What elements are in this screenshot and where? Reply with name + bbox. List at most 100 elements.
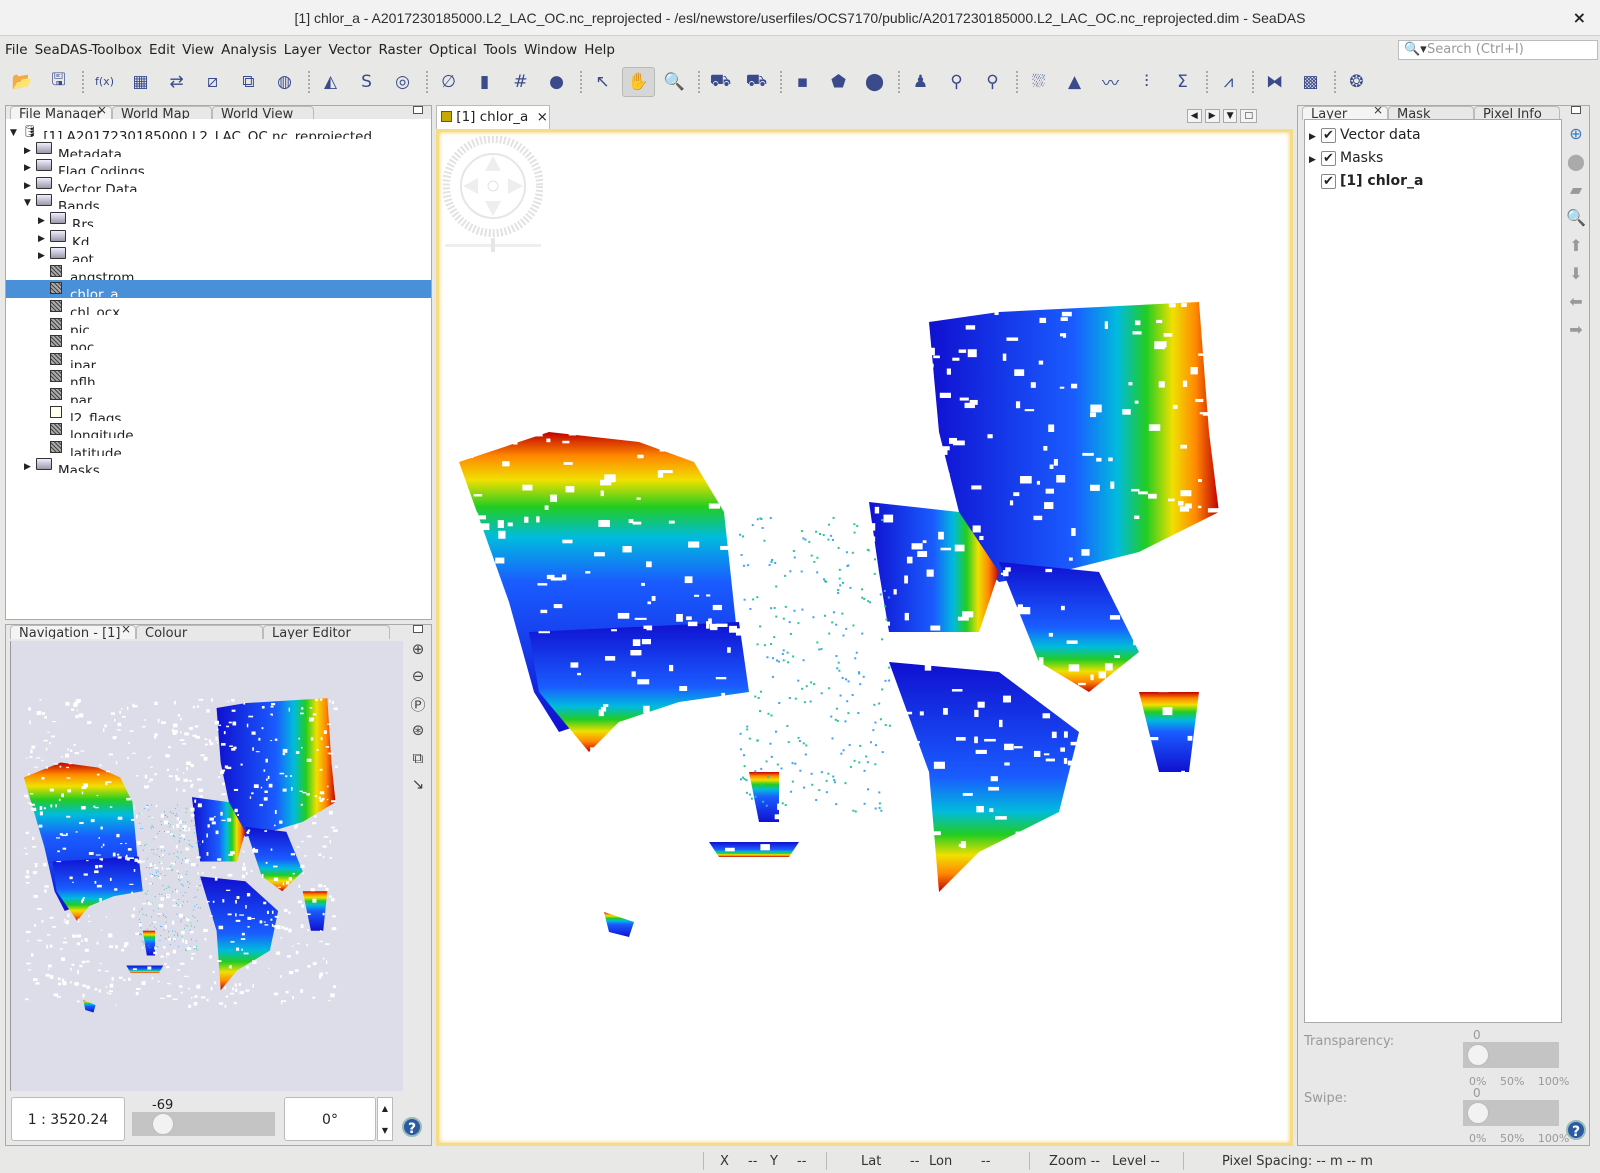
minimize-button[interactable] xyxy=(413,106,423,114)
tree-item-pic[interactable]: pic xyxy=(6,316,431,334)
layer-item[interactable]: ▶ ✔ Masks xyxy=(1309,147,1383,169)
tab-world-map[interactable]: World Map xyxy=(112,106,212,120)
menu-help[interactable]: Help xyxy=(584,39,615,61)
sync-views-icon[interactable]: ⧉ xyxy=(408,749,428,767)
tree-item-1-a2017230185000-l2-lac-oc-nc-reprojected[interactable]: ▼ 🛢 [1] A2017230185000.L2_LAC_OC.nc_reproj… xyxy=(6,122,431,140)
layer-visibility-checkbox[interactable]: ✔ xyxy=(1321,150,1336,166)
tab-navigation-1[interactable]: Navigation - [1] × xyxy=(10,625,136,639)
no-data-button[interactable]: ∅ xyxy=(432,67,465,97)
tab-close-icon[interactable]: × xyxy=(537,109,548,125)
move-up-icon[interactable]: ⬆ xyxy=(1566,236,1586,255)
tree-item-ipar[interactable]: ipar xyxy=(6,351,431,369)
help-icon[interactable]: ? xyxy=(1566,1120,1586,1140)
move-right-icon[interactable]: ➡ xyxy=(1566,320,1586,339)
tree-item-l2-flags[interactable]: l2_flags xyxy=(6,404,431,422)
zoom-all-icon[interactable]: ⊛ xyxy=(408,721,428,739)
tab-chlor-a[interactable]: [1] chlor_a × xyxy=(436,105,550,129)
zoom-to-layer-icon[interactable]: 🔍 xyxy=(1566,208,1586,227)
zoom-out-icon[interactable]: ⊖ xyxy=(408,667,428,685)
add-layer-icon[interactable]: ⊕ xyxy=(1566,124,1586,143)
save-product-button[interactable]: 🖫 xyxy=(42,67,75,97)
tree-item-kd[interactable]: ▶ Kd xyxy=(6,228,431,246)
tree-item-angstrom[interactable]: angstrom xyxy=(6,263,431,281)
mosaic-button[interactable]: ⧉ xyxy=(232,67,265,97)
swipe-slider-knob[interactable] xyxy=(1467,1102,1489,1124)
zoom-tool-button[interactable]: 🔍 xyxy=(658,67,691,97)
draw-rectangle-button[interactable]: ▪ xyxy=(786,67,819,97)
world-button[interactable]: ● xyxy=(540,67,573,97)
tab-layer-editor[interactable]: Layer Editor xyxy=(263,625,390,639)
scatter-plot-button[interactable]: ⛆ xyxy=(1022,67,1055,97)
tree-item-vector-data[interactable]: ▶ Vector Data xyxy=(6,175,431,193)
pin-tool-button[interactable]: ⚲ xyxy=(940,67,973,97)
collapsed-arrow-icon[interactable]: ▶ xyxy=(38,247,50,263)
tab-close-icon[interactable]: × xyxy=(97,107,107,116)
sync-cursor-icon[interactable]: ↘ xyxy=(408,775,428,793)
statistics-button[interactable]: Σ xyxy=(1166,67,1199,97)
image-canvas[interactable] xyxy=(436,129,1293,1146)
color-bar-button[interactable]: ▮ xyxy=(468,67,501,97)
tab-scroll-left-icon[interactable]: ◀ xyxy=(1186,109,1202,123)
tree-item-bands[interactable]: ▼ Bands xyxy=(6,192,431,210)
layer-properties-icon[interactable]: ▰ xyxy=(1566,180,1586,199)
maximize-icon[interactable]: □ xyxy=(1240,109,1257,123)
menu-analysis[interactable]: Analysis xyxy=(221,39,277,61)
menu-vector[interactable]: Vector xyxy=(328,39,371,61)
layer-visibility-checkbox[interactable]: ✔ xyxy=(1321,173,1336,189)
histogram-button[interactable]: ▲ xyxy=(1058,67,1091,97)
collapsed-arrow-icon[interactable]: ▶ xyxy=(1309,126,1321,146)
collapsed-arrow-icon[interactable]: ▶ xyxy=(24,177,36,193)
export-vector-button[interactable]: ⛟ xyxy=(740,67,773,97)
navigation-overview[interactable] xyxy=(10,641,403,1091)
minimize-button[interactable] xyxy=(1571,106,1581,114)
spectrum-button[interactable]: ⫶ xyxy=(1130,67,1163,97)
menu-layer[interactable]: Layer xyxy=(284,39,322,61)
tab-file-manager[interactable]: File Manager × xyxy=(10,106,112,120)
collapsed-arrow-icon[interactable]: ▶ xyxy=(38,230,50,246)
collapsed-arrow-icon[interactable]: ▶ xyxy=(24,142,36,158)
zoom-slider-knob[interactable] xyxy=(152,1113,174,1135)
scale-field[interactable]: 1 : 3520.24 xyxy=(11,1097,125,1141)
tab-close-icon[interactable]: × xyxy=(1373,107,1383,116)
menu-seadas-toolbox[interactable]: SeaDAS-Toolbox xyxy=(35,39,142,61)
collapsed-arrow-icon[interactable]: ▶ xyxy=(38,212,50,228)
menu-file[interactable]: File xyxy=(5,39,28,61)
tab-mask-manager[interactable]: Mask Manager xyxy=(1388,106,1474,120)
subset-button[interactable]: ⧄ xyxy=(196,67,229,97)
batch-processing-button[interactable]: ▩ xyxy=(1294,67,1327,97)
tree-item-chlor-a[interactable]: chlor_a xyxy=(6,280,431,299)
select-tool-button[interactable]: ↖ xyxy=(586,67,619,97)
minimize-button[interactable] xyxy=(413,625,423,633)
rotation-spinner[interactable]: ▲ ▼ xyxy=(377,1097,393,1141)
window-close-button[interactable]: × xyxy=(1573,0,1586,36)
collapsed-arrow-icon[interactable]: ▶ xyxy=(24,159,36,175)
reproject-button[interactable]: ◍ xyxy=(268,67,301,97)
graticule-button[interactable]: # xyxy=(504,67,537,97)
transfer-button[interactable]: ⇄ xyxy=(160,67,193,97)
tree-item-metadata[interactable]: ▶ Metadata xyxy=(6,140,431,158)
tree-item-flag-codings[interactable]: ▶ Flag Codings xyxy=(6,157,431,175)
zoom-in-icon[interactable]: ⊕ xyxy=(408,640,428,658)
menu-optical[interactable]: Optical xyxy=(429,39,477,61)
pan-tool-button[interactable]: ✋ xyxy=(622,66,655,97)
rotation-field[interactable]: 0° xyxy=(284,1097,376,1141)
search-input[interactable]: 🔍▾ Search (Ctrl+I) xyxy=(1398,40,1598,60)
contour-button[interactable]: ◎ xyxy=(386,67,419,97)
navigation-compass-overlay[interactable] xyxy=(443,136,543,254)
tab-world-view[interactable]: World View xyxy=(212,106,314,120)
draw-ellipse-button[interactable]: ⬤ xyxy=(858,67,891,97)
tab-pixel-info[interactable]: Pixel Info xyxy=(1474,106,1560,120)
tree-item-rrs[interactable]: ▶ Rrs xyxy=(6,210,431,228)
transparency-slider-knob[interactable] xyxy=(1467,1044,1489,1066)
magic-wand-button[interactable]: ♟ xyxy=(904,67,937,97)
tree-item-aot[interactable]: ▶ aot xyxy=(6,245,431,263)
zoom-pixel-icon[interactable]: Ⓟ xyxy=(408,694,428,715)
rgb-image-button[interactable]: ❂ xyxy=(1340,67,1373,97)
tab-close-icon[interactable]: × xyxy=(121,626,131,635)
tree-item-longitude[interactable]: longitude xyxy=(6,421,431,439)
layer-visibility-checkbox[interactable]: ✔ xyxy=(1321,127,1336,143)
zoom-slider[interactable] xyxy=(132,1112,275,1136)
import-vector-button[interactable]: ⛟ xyxy=(704,67,737,97)
tab-list-icon[interactable]: ▼ xyxy=(1222,109,1238,123)
tree-item-poc[interactable]: poc xyxy=(6,333,431,351)
